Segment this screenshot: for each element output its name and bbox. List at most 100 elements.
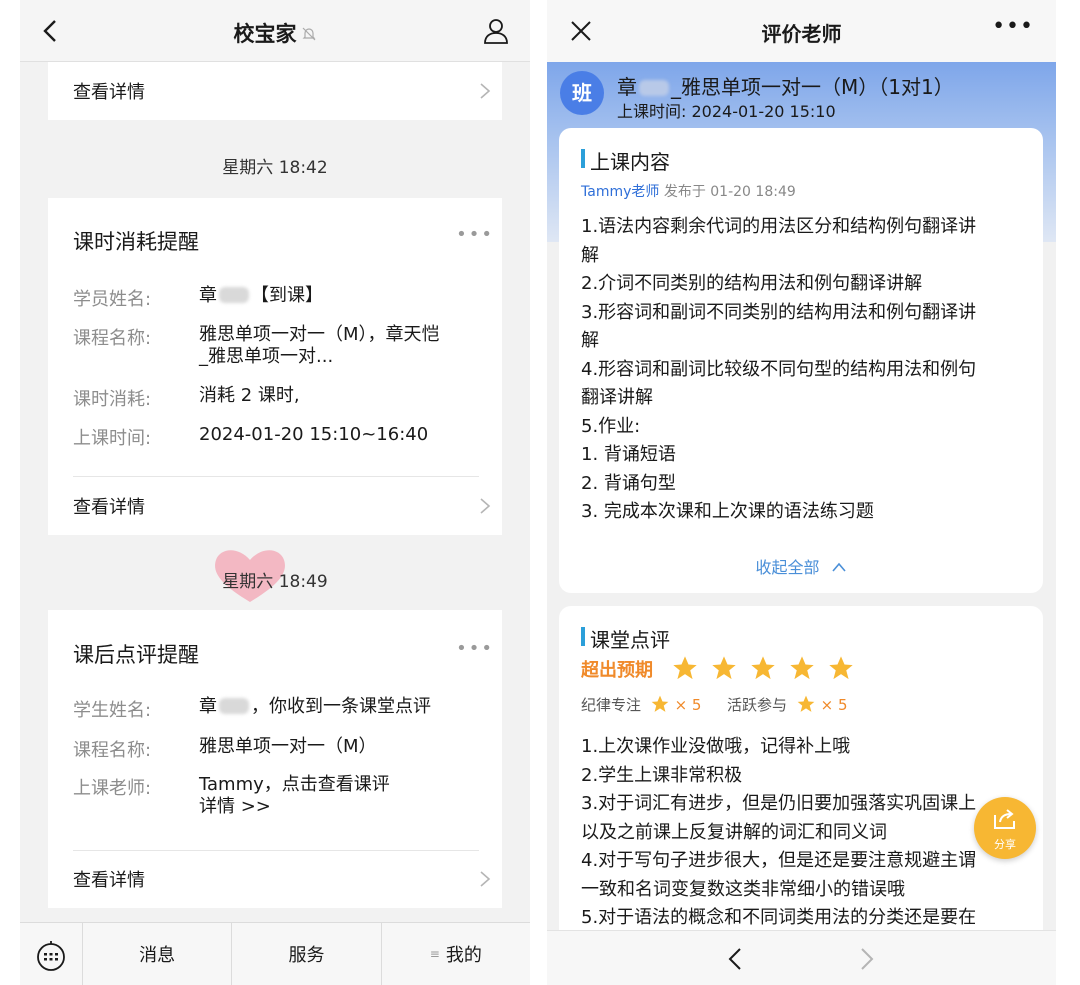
- content-line: 3. 完成本次课和上次课的语法练习题: [581, 501, 874, 522]
- content-line: 3.形容词和副词不同类别的结构用法和例句翻译讲: [581, 301, 977, 323]
- back-arrow-icon[interactable]: [727, 947, 743, 971]
- section-title: 上课内容: [581, 146, 670, 175]
- view-details-label: 查看详情: [73, 497, 145, 518]
- bottom-nav: 消息 服务 ≡ 我的: [20, 922, 530, 985]
- menu-icon: ≡: [429, 947, 440, 961]
- class-review-card: 课堂点评 超出预期 纪律专注 × 5 活跃参与 × 5 1.上次课作业没做哦，记…: [559, 606, 1043, 946]
- view-details-label: 查看详情: [73, 82, 145, 103]
- chevron-right-icon: [480, 83, 491, 99]
- tab-messages[interactable]: 消息: [83, 923, 233, 985]
- view-details-row[interactable]: 查看详情: [48, 62, 502, 120]
- class-name-post: _雅思单项一对一（M）（1对1）: [671, 75, 954, 99]
- message-card-class-hours: 课时消耗提醒 ••• 学员姓名: 章 【到课】 课程名称: 雅思单项一对一（M），…: [48, 198, 502, 535]
- keyboard-icon: [37, 941, 65, 971]
- content-line: 4.形容词和副词比较级不同句型的结构用法和例句: [581, 358, 977, 380]
- name-text: 章: [199, 696, 217, 717]
- class-name-pre: 章: [617, 75, 637, 99]
- review-line: 一致和名词变复数这类非常细小的错误哦: [581, 878, 905, 900]
- sub-rating-value: × 5: [820, 696, 848, 714]
- review-line: 3.对于词汇有进步，但是仍旧要加强落实巩固课上: [581, 793, 977, 814]
- more-options-icon[interactable]: •••: [992, 14, 1034, 39]
- teacher-name[interactable]: Tammy老师: [581, 184, 659, 200]
- blurred-name: [219, 287, 249, 303]
- left-phone-screen: 校宝家 查看详情 星期六 18:42 课时消耗提醒 ••• 学员姓名: 章 【到课…: [20, 0, 530, 985]
- chevron-right-icon: [480, 871, 491, 887]
- star-icon: [651, 695, 669, 712]
- sub-rating-label: 纪律专注: [581, 696, 642, 714]
- chat-title: 校宝家: [20, 18, 530, 48]
- class-badge: 班: [560, 71, 604, 115]
- keyboard-toggle[interactable]: [20, 923, 83, 985]
- message-card-previous: 查看详情: [48, 62, 502, 120]
- chevron-up-icon: [831, 562, 846, 572]
- field-label: 课程名称:: [73, 740, 152, 761]
- blurred-name: [639, 80, 669, 96]
- star-icon: [751, 656, 775, 680]
- field-label: 上课老师:: [73, 778, 152, 799]
- blurred-name: [219, 698, 249, 714]
- card-title: 课时消耗提醒: [73, 230, 199, 254]
- content-line: 2.介词不同类别的结构用法和例句翻译讲解: [581, 273, 923, 294]
- attendance-text: 【到课】: [251, 285, 323, 306]
- class-time: 上课时间: 2024-01-20 15:10: [617, 102, 836, 121]
- rating-text: 超出预期: [581, 660, 653, 681]
- profile-icon[interactable]: [482, 17, 510, 45]
- posted-time: 发布于 01-20 18:49: [663, 184, 796, 200]
- more-options-icon[interactable]: •••: [456, 224, 494, 245]
- student-name-value: 章 【到课】: [199, 285, 489, 307]
- overall-stars: [671, 654, 855, 686]
- field-label: 上课时间:: [73, 428, 152, 449]
- content-line: 1.语法内容剩余代词的用法区分和结构例句翻译讲: [581, 216, 977, 237]
- review-line: 以及之前课上反复讲解的词汇和同义词: [581, 821, 887, 843]
- view-details-row[interactable]: 查看详情: [48, 477, 502, 535]
- content-line: 解: [581, 330, 599, 351]
- notice-text: ，你收到一条课堂点评: [251, 696, 431, 717]
- content-line: 解: [581, 244, 599, 266]
- sub-rating-value: × 5: [674, 696, 702, 714]
- page-header: 评价老师 •••: [547, 0, 1056, 62]
- content-line: 2. 背诵句型: [581, 472, 676, 494]
- tab-mine[interactable]: ≡ 我的: [382, 923, 530, 985]
- collapse-label: 收起全部: [755, 558, 820, 577]
- tab-label: 我的: [445, 945, 482, 966]
- sub-ratings: 纪律专注 × 5 活跃参与 × 5: [581, 694, 848, 715]
- right-phone-screen: 评价老师 ••• 班 章 _雅思单项一对一（M）（1对1） 上课时间: 2024-…: [547, 0, 1056, 985]
- content-line: 翻译讲解: [581, 387, 653, 408]
- review-line: 4.对于写句子进步很大，但是还是要注意规避主谓: [581, 850, 977, 871]
- share-button[interactable]: 分享: [974, 797, 1036, 859]
- field-label: 课程名称:: [73, 328, 152, 349]
- sub-rating-label: 活跃参与: [727, 696, 788, 714]
- share-label: 分享: [994, 838, 1016, 851]
- forward-arrow-icon[interactable]: [859, 947, 875, 971]
- posted-info: Tammy老师 发布于 01-20 18:49: [581, 181, 796, 201]
- class-name: 章 _雅思单项一对一（M）（1对1）: [617, 71, 954, 100]
- muted-bell-icon: [302, 27, 315, 41]
- teacher-value[interactable]: Tammy，点击查看课评 详情 >>: [199, 774, 489, 818]
- browser-nav: [547, 930, 1056, 985]
- collapse-all-button[interactable]: 收起全部: [559, 554, 1043, 578]
- star-icon: [712, 656, 736, 680]
- chevron-right-icon: [480, 498, 491, 514]
- more-options-icon[interactable]: •••: [456, 638, 494, 659]
- field-label: 学生姓名:: [73, 700, 152, 721]
- review-line: 5.对于语法的概念和不同词类用法的分类还是要在: [581, 907, 977, 928]
- course-name-line: _雅思单项一对...: [199, 346, 334, 367]
- course-name-line: 雅思单项一对一（M），章天恺: [199, 324, 440, 345]
- timestamp: 星期六 18:49: [222, 572, 328, 592]
- timestamp: 星期六 18:42: [222, 158, 328, 178]
- share-icon: [994, 809, 1015, 829]
- course-name-value: 雅思单项一对一（M）: [199, 736, 377, 757]
- star-icon: [790, 656, 814, 680]
- field-label: 课时消耗:: [73, 389, 152, 410]
- course-name-value: 雅思单项一对一（M），章天恺 _雅思单项一对...: [199, 324, 489, 368]
- field-label: 学员姓名:: [73, 289, 152, 310]
- message-card-review: 课后点评提醒 ••• 学生姓名: 章 ，你收到一条课堂点评 课程名称: 雅思单项一…: [48, 610, 502, 908]
- chat-title-text: 校宝家: [233, 22, 297, 46]
- view-details-row[interactable]: 查看详情: [48, 850, 502, 908]
- chat-header: 校宝家: [20, 0, 530, 62]
- star-icon: [829, 656, 854, 680]
- tab-services[interactable]: 服务: [232, 923, 382, 985]
- content-line: 1. 背诵短语: [581, 444, 676, 465]
- tab-label: 消息: [139, 945, 176, 966]
- content-text: 1.语法内容剩余代词的用法区分和结构例句翻译讲 解 2.介词不同类别的结构用法和…: [581, 213, 1026, 527]
